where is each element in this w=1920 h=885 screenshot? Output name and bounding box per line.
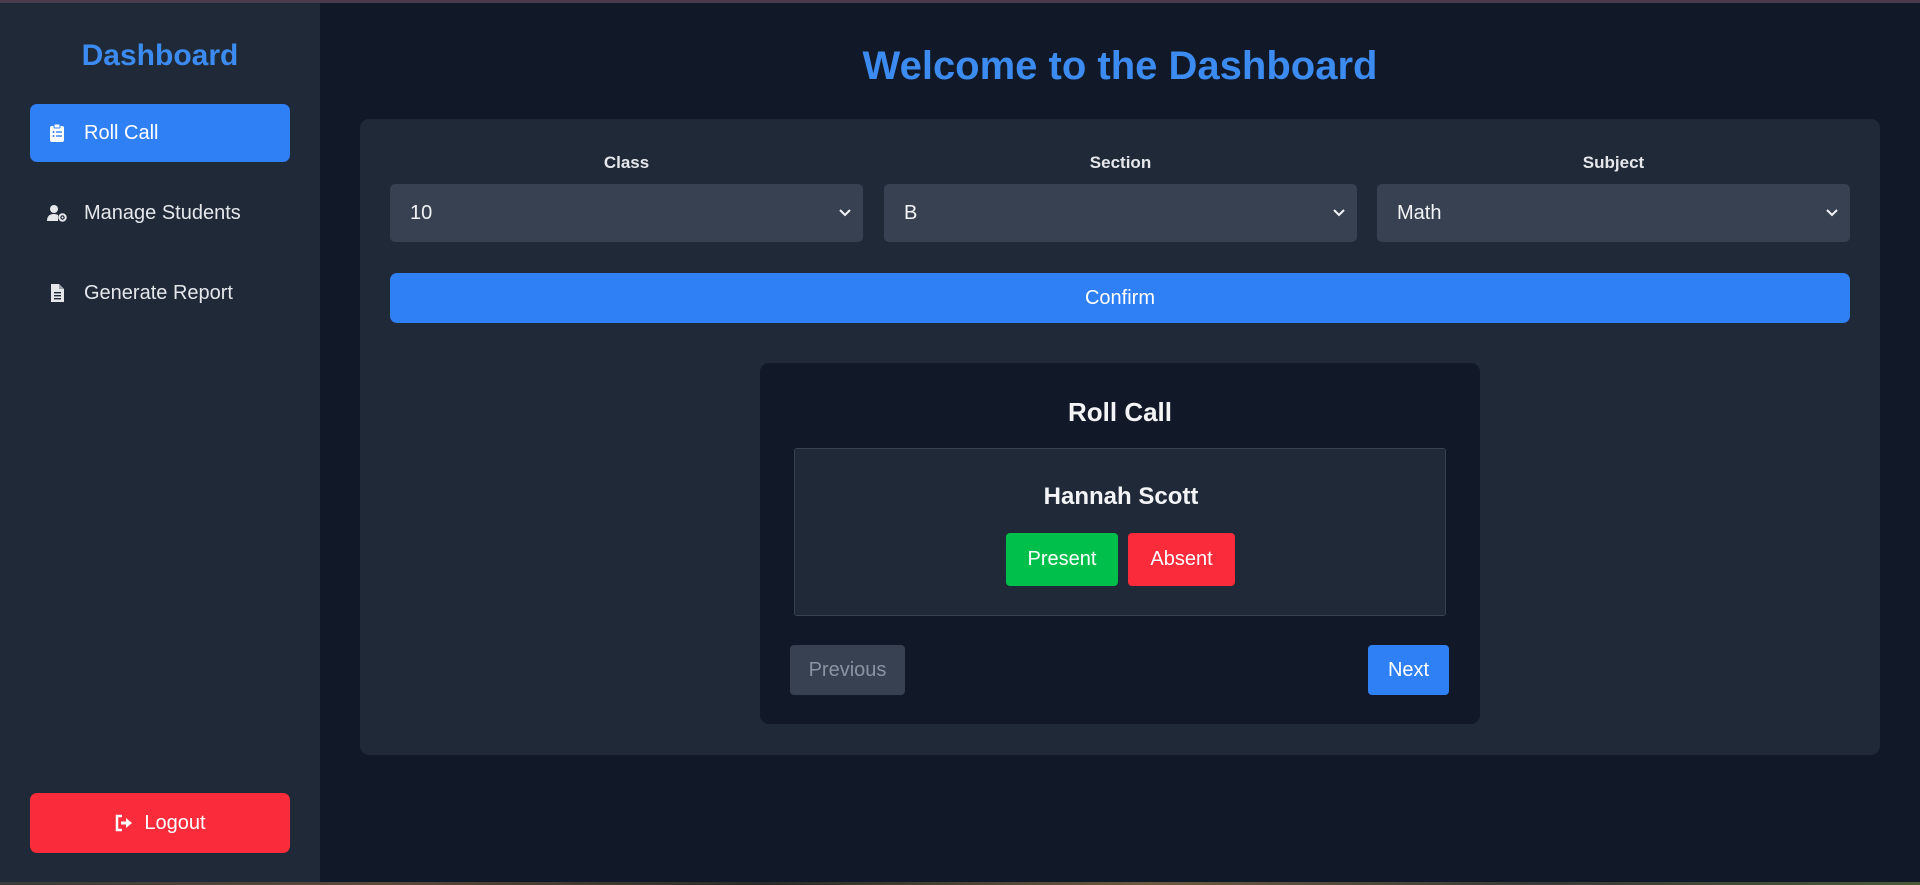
- logout-button[interactable]: Logout: [30, 793, 290, 853]
- chevron-down-icon: [1333, 209, 1345, 217]
- sidebar: Dashboard Roll Call Manage Students Gene…: [0, 3, 320, 882]
- roll-call-card: Roll Call Hannah Scott Present Absent Pr…: [760, 363, 1480, 724]
- roll-call-title: Roll Call: [1067, 397, 1172, 427]
- sign-out-icon: [114, 813, 134, 833]
- absent-button[interactable]: Absent: [1128, 533, 1235, 586]
- subject-select[interactable]: Math: [1377, 184, 1850, 242]
- sidebar-brand: Dashboard: [81, 39, 239, 72]
- class-label: Class: [603, 153, 650, 172]
- present-button[interactable]: Present: [1006, 533, 1118, 586]
- sidebar-item-generate-report[interactable]: Generate Report: [30, 264, 290, 322]
- sidebar-item-label: Manage Students: [84, 201, 241, 224]
- class-select-value: 10: [410, 201, 433, 224]
- student-name: Hannah Scott: [1043, 483, 1199, 510]
- logout-label: Logout: [144, 811, 206, 834]
- confirm-button[interactable]: Confirm: [390, 273, 1850, 323]
- chevron-down-icon: [1826, 209, 1838, 217]
- student-card: Hannah Scott Present Absent: [794, 448, 1446, 616]
- subject-select-value: Math: [1397, 201, 1442, 224]
- class-select[interactable]: 10: [390, 184, 863, 242]
- chevron-down-icon: [839, 209, 851, 217]
- next-button[interactable]: Next: [1368, 645, 1449, 695]
- file-lines-icon: [46, 282, 68, 304]
- section-select[interactable]: B: [884, 184, 1357, 242]
- sidebar-item-label: Roll Call: [84, 121, 159, 144]
- clipboard-list-icon: [46, 122, 68, 144]
- section-select-value: B: [904, 201, 918, 224]
- sidebar-item-label: Generate Report: [84, 281, 233, 304]
- page-title: Welcome to the Dashboard: [862, 44, 1378, 88]
- roll-call-panel: Class 10 Section B Subject Math Confirm …: [360, 119, 1880, 755]
- subject-label: Subject: [1582, 153, 1645, 172]
- sidebar-item-roll-call[interactable]: Roll Call: [30, 104, 290, 162]
- sidebar-item-manage-students[interactable]: Manage Students: [30, 184, 290, 242]
- user-gear-icon: [46, 202, 68, 224]
- section-label: Section: [1089, 153, 1152, 172]
- previous-button[interactable]: Previous: [790, 645, 905, 695]
